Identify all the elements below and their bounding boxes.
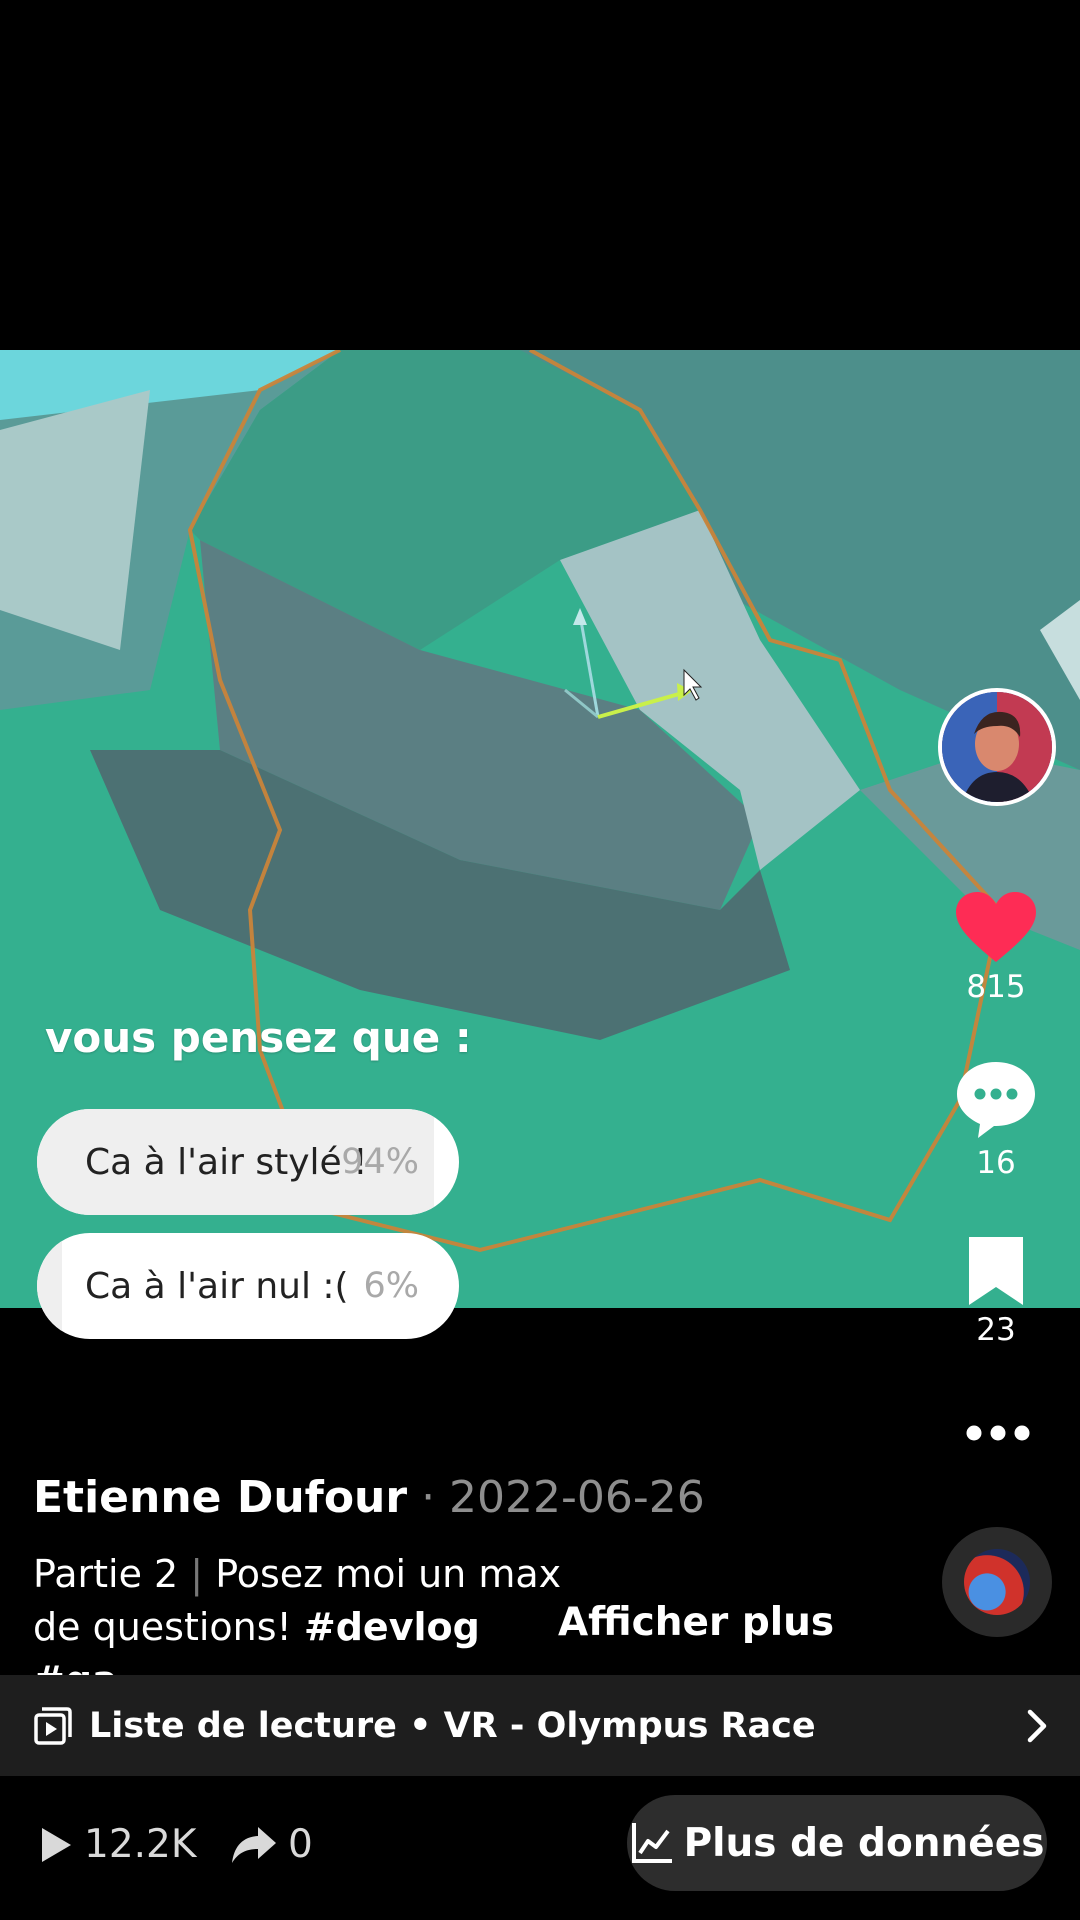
analytics-chart-icon — [631, 1823, 672, 1863]
play-count: 12.2K — [84, 1822, 197, 1867]
playlist-icon — [34, 1706, 72, 1745]
poll-option-2-label: Ca à l'air nul :( — [85, 1265, 349, 1307]
post-date: 2022-06-26 — [449, 1472, 705, 1523]
poll-option-2[interactable]: Ca à l'air nul :( 6% — [37, 1233, 459, 1339]
poll-option-1-label: Ca à l'air stylé ! — [85, 1141, 368, 1183]
like-action[interactable]: 815 — [930, 890, 1062, 1005]
more-data-label: Plus de données — [683, 1820, 1045, 1866]
bookmark-icon — [969, 1237, 1023, 1305]
show-more-button[interactable]: Afficher plus — [558, 1600, 834, 1645]
share-count-stat: 0 — [230, 1822, 313, 1867]
chevron-right-icon — [1027, 1709, 1047, 1743]
share-count: 0 — [288, 1822, 313, 1867]
poll-option-1[interactable]: Ca à l'air stylé ! 94% — [37, 1109, 459, 1215]
comment-count: 16 — [976, 1145, 1016, 1181]
comment-icon — [957, 1062, 1035, 1138]
playlist-bar[interactable]: Liste de lecture • VR - Olympus Race — [0, 1675, 1080, 1776]
post-author-line: Etienne Dufour · 2022-06-26 — [33, 1472, 705, 1523]
share-icon — [232, 1826, 276, 1863]
date-separator: · — [407, 1472, 450, 1523]
poll-option-1-percent: 94% — [341, 1142, 419, 1182]
caption-separator: | — [178, 1552, 216, 1596]
author-avatar[interactable] — [938, 688, 1056, 806]
music-disc-image — [964, 1549, 1030, 1615]
author-name[interactable]: Etienne Dufour — [33, 1472, 407, 1523]
poll-question: vous pensez que : — [45, 1013, 472, 1062]
save-action[interactable]: 23 — [930, 1235, 1062, 1348]
playlist-label: Liste de lecture • VR - Olympus Race — [89, 1705, 816, 1746]
play-icon — [42, 1827, 71, 1862]
more-options-button[interactable] — [966, 1422, 1030, 1449]
more-data-button[interactable]: Plus de données — [627, 1795, 1047, 1891]
heart-icon — [956, 892, 1036, 962]
play-count-stat: 12.2K — [38, 1822, 196, 1867]
bottom-stats-bar: 12.2K 0 Plus de données — [0, 1776, 1080, 1920]
like-count: 815 — [966, 969, 1026, 1005]
caption-part: Partie 2 — [33, 1552, 179, 1596]
poll-option-2-fill — [37, 1233, 63, 1339]
music-disc[interactable] — [942, 1527, 1052, 1637]
avatar-image — [942, 692, 1052, 802]
comment-action[interactable]: 16 — [930, 1058, 1062, 1181]
poll-option-2-percent: 6% — [363, 1266, 419, 1306]
more-dots-icon — [966, 1425, 1030, 1441]
save-count: 23 — [976, 1312, 1016, 1348]
